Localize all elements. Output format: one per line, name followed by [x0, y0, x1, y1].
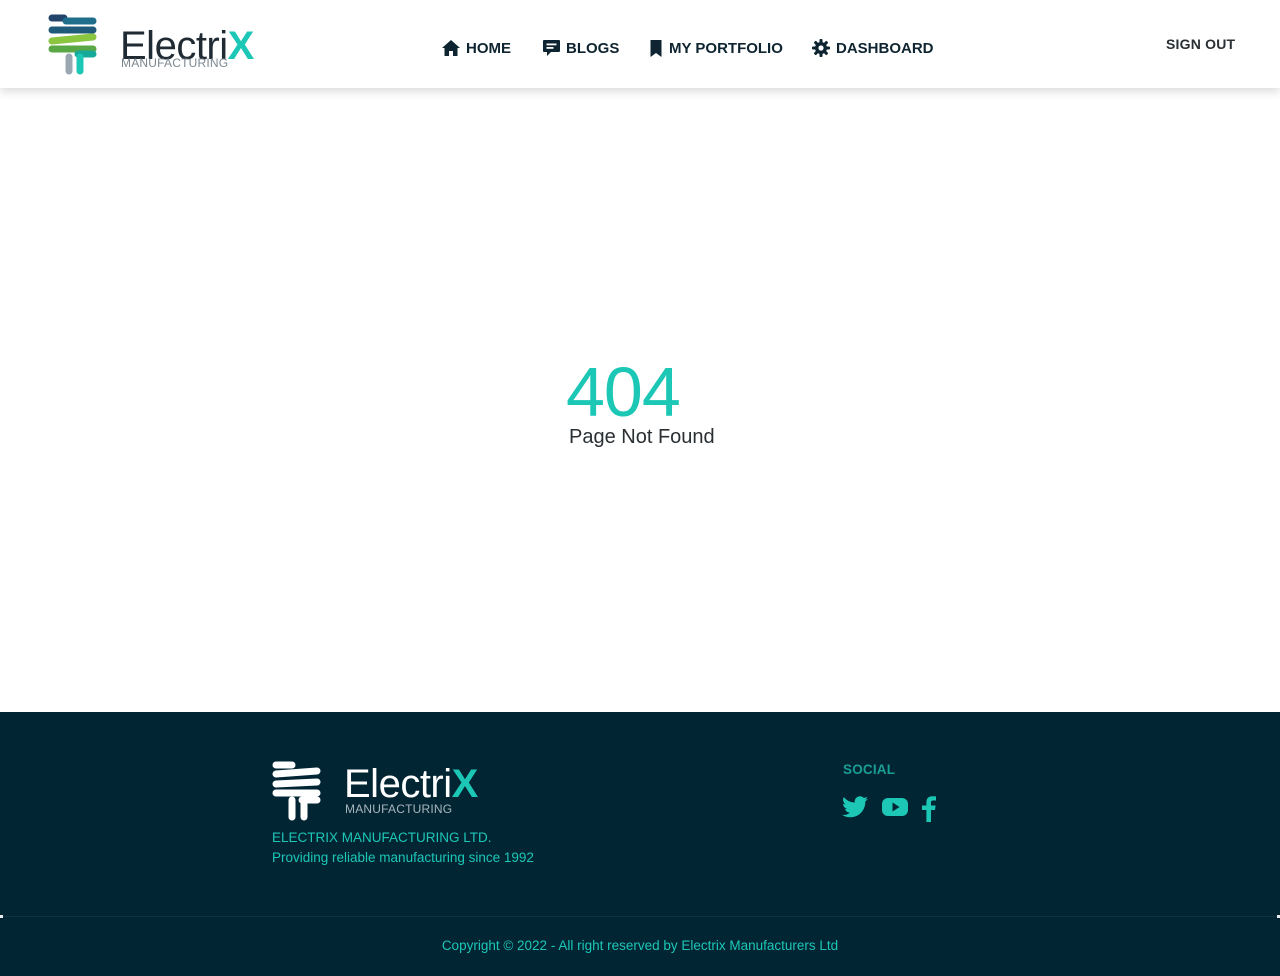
comment-icon	[543, 40, 560, 56]
nav-dashboard[interactable]: DASHBOARD	[812, 36, 934, 60]
nav-blogs-label: BLOGS	[566, 39, 620, 57]
brand-logo-link[interactable]: ElectriX MANUFACTURING	[46, 13, 256, 77]
copyright-text: Copyright © 2022 - All right reserved by…	[441, 938, 839, 953]
footer-tagline: Providing reliable manufacturing since 1…	[272, 850, 534, 865]
bookmark-icon	[650, 39, 662, 57]
footer-brand-subtitle: MANUFACTURING	[345, 802, 453, 816]
social-heading: SOCIAL	[843, 762, 896, 777]
facebook-icon	[922, 796, 936, 822]
facebook-link[interactable]	[922, 796, 936, 827]
nav-my-portfolio[interactable]: MY PORTFOLIO	[649, 36, 783, 60]
nav-my-portfolio-label: MY PORTFOLIO	[669, 39, 783, 57]
twitter-icon	[842, 796, 868, 818]
home-icon	[442, 40, 460, 56]
sign-out-button[interactable]: SIGN OUT	[1166, 36, 1235, 52]
footer-company-name: ELECTRIX MANUFACTURING LTD.	[272, 830, 492, 845]
nav-home[interactable]: HOME	[442, 36, 511, 60]
electrix-logo-icon	[48, 14, 97, 75]
error-code: 404	[566, 353, 681, 431]
social-links	[842, 796, 950, 827]
not-found-block: 404 Page Not Found	[566, 352, 766, 449]
site-footer: ElectriX MANUFACTURING ELECTRIX MANUFACT…	[0, 712, 1280, 976]
nav-dashboard-label: DASHBOARD	[836, 39, 934, 57]
nav-blogs[interactable]: BLOGS	[543, 36, 619, 60]
footer-corner-left	[0, 915, 3, 918]
footer-brand-logo: ElectriX MANUFACTURING	[270, 760, 490, 824]
youtube-icon	[882, 798, 908, 816]
footer-divider	[0, 916, 1280, 917]
nav-home-label: HOME	[466, 39, 511, 57]
electrix-logo-white-icon	[272, 761, 321, 821]
gear-icon	[812, 39, 830, 57]
twitter-link[interactable]	[842, 796, 868, 827]
footer-brand-wordmark: ElectriX	[344, 762, 478, 806]
site-header: ElectriX MANUFACTURING HOME BLOGS MY POR…	[0, 0, 1280, 88]
youtube-link[interactable]	[882, 796, 908, 827]
brand-subtitle: MANUFACTURING	[121, 56, 229, 70]
error-message: Page Not Found	[569, 426, 715, 448]
